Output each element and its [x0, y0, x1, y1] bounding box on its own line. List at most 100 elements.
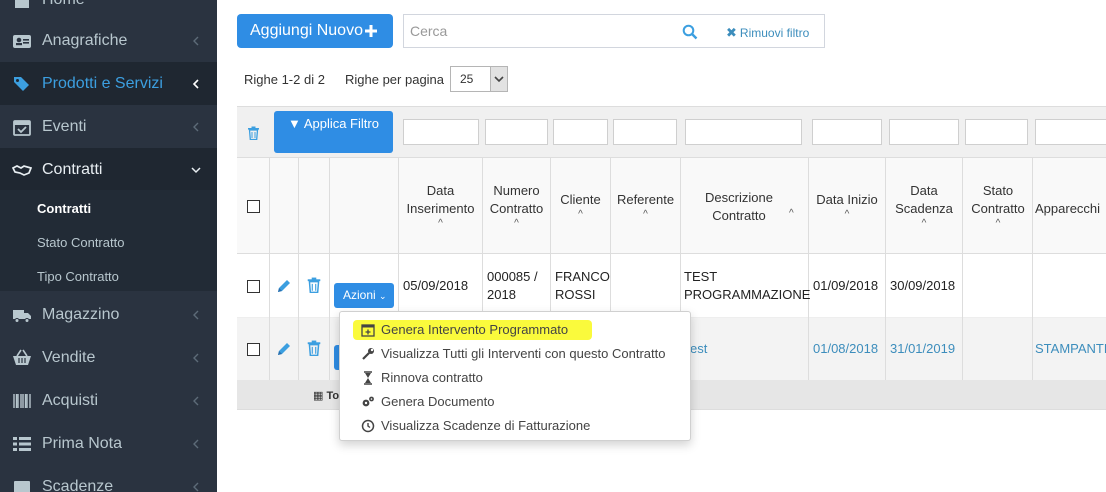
- sidebar-item-eventi[interactable]: Eventi: [0, 105, 217, 148]
- chevron-left-icon: [192, 78, 199, 89]
- sidebar-item-label: Eventi: [42, 117, 87, 135]
- sidebar-item-label: Anagrafiche: [42, 31, 128, 49]
- add-new-button[interactable]: Aggiungi Nuovo: [237, 14, 393, 48]
- filter-apparecchi-input[interactable]: [1035, 119, 1106, 145]
- filter-data-inizio-input[interactable]: [812, 119, 882, 145]
- column-divider: [329, 158, 330, 380]
- menu-item-genera-documento[interactable]: Genera Documento: [340, 390, 690, 414]
- sidebar-item-label: Acquisti: [42, 391, 99, 409]
- barcode-icon: [13, 393, 31, 408]
- sort-icon: ^: [514, 218, 519, 229]
- sidebar-item-prima-nota[interactable]: Prima Nota: [0, 422, 217, 465]
- truck-icon: [13, 309, 31, 323]
- rows-per-page-select[interactable]: 25: [450, 66, 508, 92]
- header-label: Stato Contratto: [971, 183, 1025, 216]
- sidebar-item-label: Scadenze: [42, 477, 114, 492]
- calendar-check-icon: [13, 119, 31, 136]
- trash-icon[interactable]: [306, 340, 322, 356]
- sort-icon: ^: [643, 209, 648, 220]
- filter-descrizione-input[interactable]: [685, 119, 802, 145]
- sidebar: Home Anagrafiche Prodotti e Servizi Even…: [0, 0, 217, 492]
- cell-apparecchi[interactable]: STAMPANTE: [1035, 340, 1106, 358]
- actions-button[interactable]: Azioni ⌄: [334, 283, 394, 308]
- chevron-left-icon: [193, 310, 199, 319]
- menu-item-visualizza-scadenze[interactable]: Visualizza Scadenze di Fatturazione: [340, 414, 690, 438]
- menu-item-genera-intervento[interactable]: Genera Intervento Programmato: [340, 318, 690, 342]
- search-input[interactable]: [404, 15, 674, 47]
- menu-item-label: Genera Intervento Programmato: [379, 322, 571, 337]
- pencil-icon[interactable]: [276, 278, 292, 294]
- trash-icon[interactable]: [306, 277, 322, 293]
- cell-data-inizio[interactable]: 01/08/2018: [813, 340, 878, 358]
- filter-cliente-input[interactable]: [553, 119, 608, 145]
- menu-item-rinnova-contratto[interactable]: Rinnova contratto: [340, 366, 690, 390]
- header-label: Data Inserimento: [406, 183, 475, 216]
- row-checkbox[interactable]: [247, 343, 260, 356]
- header-referente[interactable]: Referente ^: [611, 191, 680, 221]
- filter-stato-input[interactable]: [965, 119, 1028, 145]
- header-data-inserimento[interactable]: Data Inserimento ^: [399, 182, 482, 230]
- sidebar-subitem-tipo-contratto[interactable]: Tipo Contratto: [37, 269, 119, 284]
- header-label: Apparecchi: [1035, 201, 1101, 216]
- chevron-left-icon: [193, 482, 199, 491]
- sidebar-item-contratti[interactable]: Contratti: [0, 148, 217, 191]
- apply-filter-button[interactable]: ▼ Applica Filtro: [274, 111, 393, 153]
- filter-referente-input[interactable]: [613, 119, 677, 145]
- sidebar-subitem-contratti[interactable]: Contratti: [37, 201, 91, 216]
- sidebar-item-vendite[interactable]: Vendite: [0, 336, 217, 379]
- header-cliente[interactable]: Cliente ^: [551, 191, 610, 221]
- table-footer-total: ▦ To: [313, 389, 339, 402]
- clear-filter-link[interactable]: ✖ Rimuovi filtro: [726, 25, 809, 41]
- sort-icon: ^: [578, 209, 583, 220]
- cell-data-scadenza[interactable]: 31/01/2019: [890, 340, 955, 358]
- add-new-label: Aggiungi Nuovo: [250, 22, 363, 39]
- filter-data-inserimento-input[interactable]: [403, 119, 479, 145]
- search-icon[interactable]: [682, 24, 698, 40]
- calculator-icon: ▦: [313, 390, 327, 402]
- clear-filter-label: Rimuovi filtro: [739, 26, 810, 40]
- row-checkbox[interactable]: [247, 280, 260, 293]
- filter-icon: ▼: [288, 116, 304, 131]
- rows-info: Righe 1-2 di 2: [244, 72, 325, 87]
- header-numero-contratto[interactable]: Numero Contratto ^: [483, 182, 550, 230]
- header-label: Referente: [616, 192, 675, 207]
- cell-descrizione: TEST PROGRAMMAZIONE: [684, 269, 811, 302]
- header-label: Cliente: [560, 192, 601, 207]
- header-apparecchi[interactable]: Apparecchi: [1035, 200, 1106, 218]
- sidebar-item-acquisti[interactable]: Acquisti: [0, 379, 217, 422]
- sort-icon: ^: [789, 208, 794, 219]
- cell-descrizione[interactable]: est: [690, 340, 707, 358]
- cell-numero-contratto: 000085 / 2018: [487, 269, 538, 302]
- sidebar-item-prodotti-servizi[interactable]: Prodotti e Servizi: [0, 62, 217, 105]
- chevron-left-icon: [193, 396, 199, 405]
- cell-data-inizio: 01/09/2018: [813, 278, 879, 293]
- select-all-checkbox[interactable]: [247, 200, 260, 213]
- rows-per-page-value: 25: [460, 72, 474, 86]
- sort-icon: ^: [995, 218, 1001, 229]
- column-divider: [298, 158, 299, 380]
- sidebar-item-label: Home: [42, 0, 85, 9]
- close-icon: ✖: [726, 25, 737, 40]
- sidebar-item-home[interactable]: Home: [0, 0, 217, 21]
- header-descrizione[interactable]: Descrizione Contratto: [699, 189, 779, 225]
- cell-data-scadenza: 30/09/2018: [890, 278, 956, 293]
- header-stato-contratto[interactable]: Stato Contratto ^: [963, 182, 1033, 230]
- sidebar-item-magazzino[interactable]: Magazzino: [0, 293, 217, 336]
- filter-numero-contratto-input[interactable]: [485, 119, 548, 145]
- sidebar-subitem-stato-contratto[interactable]: Stato Contratto: [37, 235, 124, 250]
- sidebar-item-scadenze[interactable]: Scadenze: [0, 465, 217, 492]
- chevron-down-icon: ⌄: [379, 291, 387, 301]
- header-data-scadenza[interactable]: Data Scadenza ^: [886, 182, 962, 230]
- chevron-down-icon: [191, 166, 201, 173]
- filter-data-scadenza-input[interactable]: [889, 119, 959, 145]
- chevron-down-icon: [494, 76, 504, 83]
- trash-icon[interactable]: [247, 126, 260, 140]
- header-data-inizio[interactable]: Data Inizio ^: [809, 191, 885, 221]
- menu-item-label: Visualizza Tutti gli Interventi con ques…: [381, 346, 666, 361]
- menu-item-visualizza-interventi[interactable]: Visualizza Tutti gli Interventi con ques…: [340, 342, 690, 366]
- wrench-icon: [362, 348, 374, 360]
- pencil-icon[interactable]: [276, 341, 292, 357]
- sidebar-submenu: Contratti Stato Contratto Tipo Contratto: [0, 190, 217, 291]
- sidebar-item-anagrafiche[interactable]: Anagrafiche: [0, 19, 217, 62]
- menu-item-label: Visualizza Scadenze di Fatturazione: [381, 418, 591, 433]
